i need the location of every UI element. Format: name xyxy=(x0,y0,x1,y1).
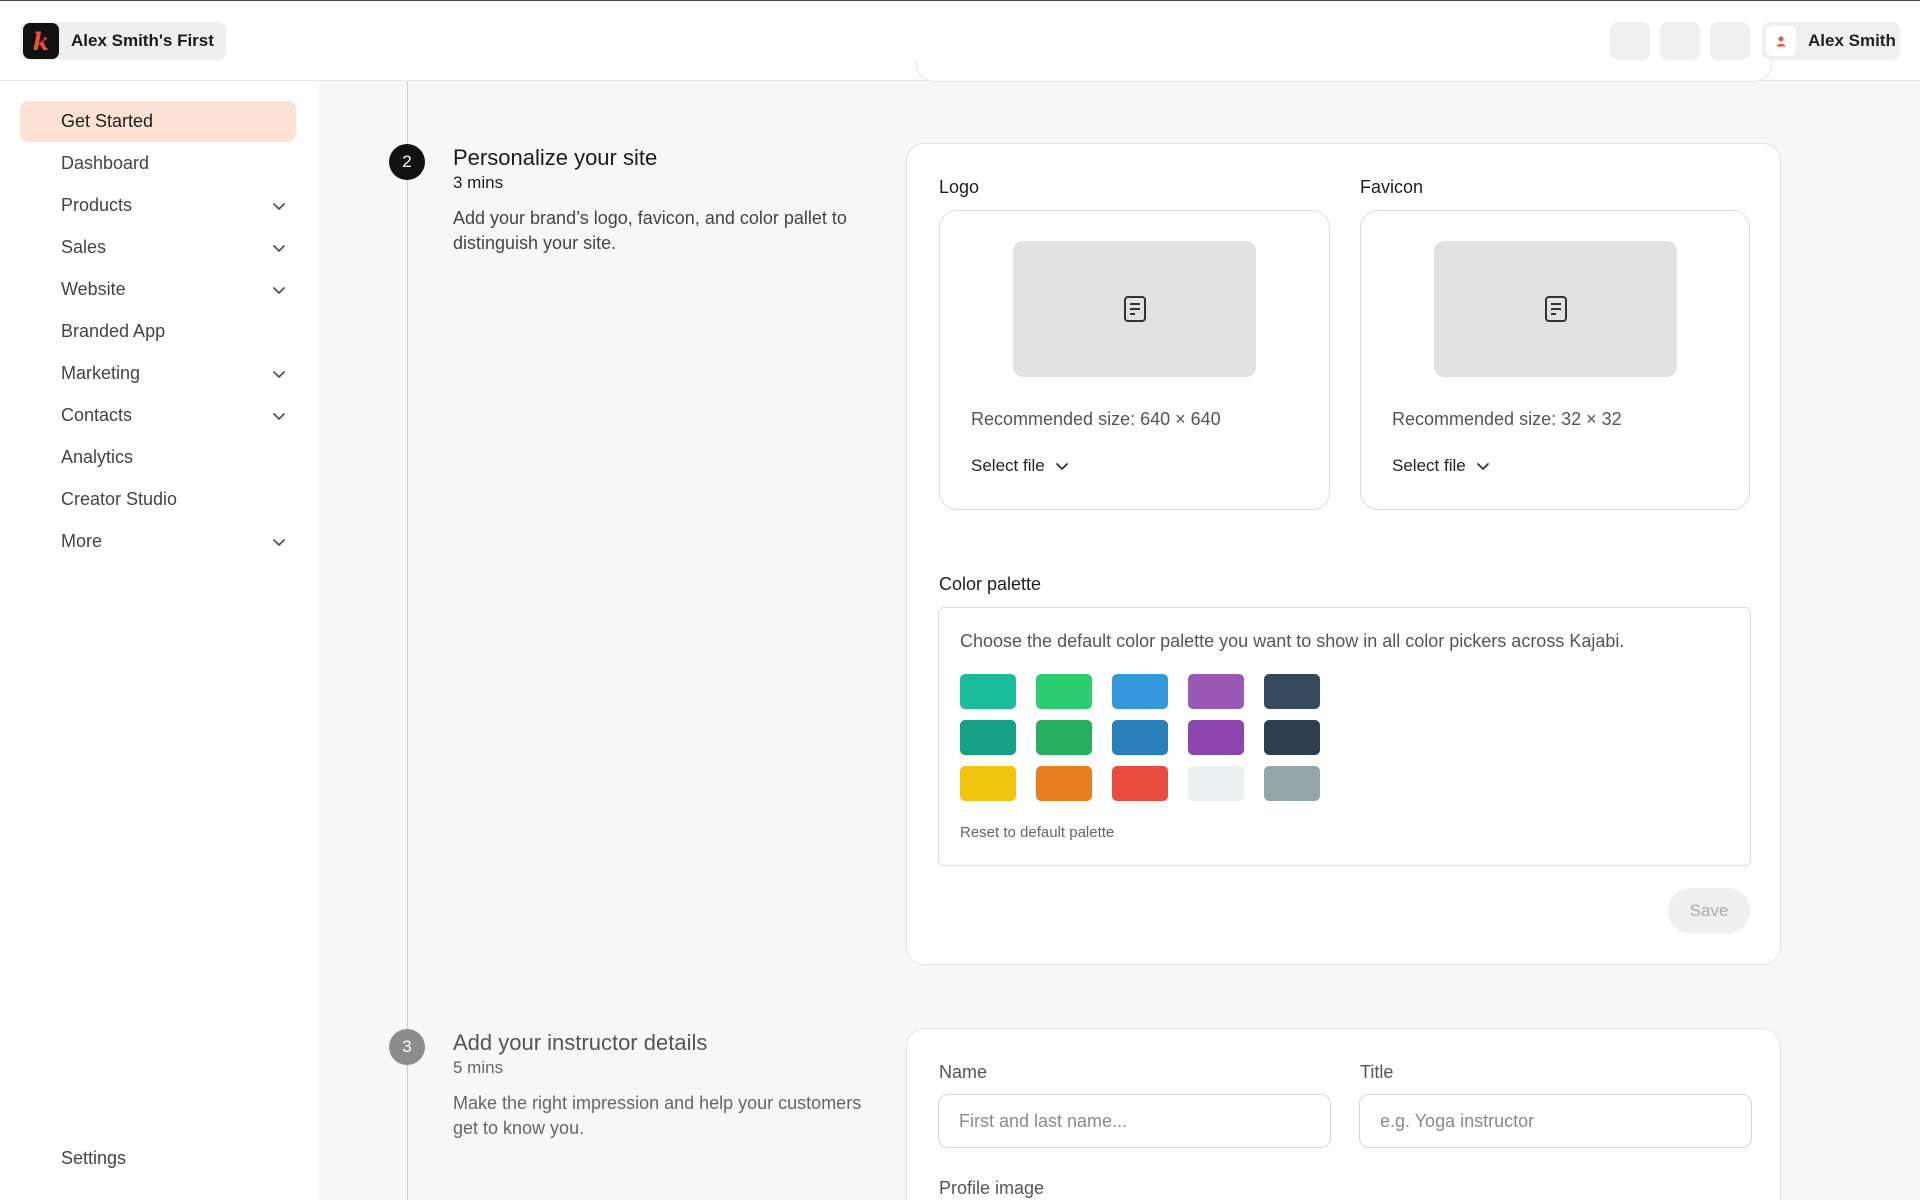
previous-step-card xyxy=(916,60,1772,82)
color-swatch[interactable] xyxy=(1112,674,1168,709)
color-swatch[interactable] xyxy=(1264,766,1320,801)
name-input[interactable] xyxy=(938,1094,1331,1148)
sidebar-item-website[interactable]: Website xyxy=(20,269,296,310)
step-title: Personalize your site xyxy=(453,145,658,170)
color-swatch[interactable] xyxy=(1112,720,1168,755)
color-swatch[interactable] xyxy=(960,766,1016,801)
sidebar-item-label: Contacts xyxy=(61,405,133,425)
chevron-down-icon xyxy=(273,539,285,546)
color-palette-label: Color palette xyxy=(939,574,1042,594)
logo-label: Logo xyxy=(939,177,980,197)
user-name: Alex Smith xyxy=(1808,31,1896,50)
sidebar-item-products[interactable]: Products xyxy=(20,185,296,226)
step-title: Add your instructor details xyxy=(453,1030,708,1055)
logo-select-file-button[interactable]: Select file xyxy=(971,456,1069,476)
site-switcher[interactable]: k Alex Smith's First xyxy=(20,22,226,60)
sidebar-item-label: Marketing xyxy=(61,363,141,383)
color-swatch[interactable] xyxy=(1264,720,1320,755)
sidebar-item-creator-studio[interactable]: Creator Studio xyxy=(20,479,296,520)
sidebar-item-sales[interactable]: Sales xyxy=(20,227,296,268)
color-swatch[interactable] xyxy=(960,720,1016,755)
color-swatch[interactable] xyxy=(1188,766,1244,801)
select-file-label: Select file xyxy=(971,456,1045,475)
sidebar-item-more[interactable]: More xyxy=(20,521,296,562)
help-button[interactable] xyxy=(1610,22,1650,60)
color-swatch[interactable] xyxy=(1036,674,1092,709)
color-swatch[interactable] xyxy=(960,674,1016,709)
sidebar-item-label: Sales xyxy=(61,237,107,257)
chevron-down-icon xyxy=(273,245,285,252)
favicon-preview[interactable] xyxy=(1434,241,1677,377)
logo-upload: Recommended size: 640 × 640 Select file xyxy=(939,210,1330,510)
reset-palette-link[interactable]: Reset to default palette xyxy=(960,824,1114,841)
color-swatch[interactable] xyxy=(1188,674,1244,709)
user-avatar-icon xyxy=(1766,26,1796,56)
sidebar-item-label: Analytics xyxy=(61,447,134,467)
color-swatch[interactable] xyxy=(1188,720,1244,755)
favicon-upload: Recommended size: 32 × 32 Select file xyxy=(1360,210,1750,510)
profile-image-label: Profile image xyxy=(939,1178,1045,1198)
document-icon xyxy=(1123,296,1146,322)
sidebar-item-branded-app[interactable]: Branded App xyxy=(20,311,296,352)
sidebar-item-get-started[interactable]: Get Started xyxy=(20,101,296,142)
chevron-down-icon xyxy=(273,413,285,420)
color-swatch[interactable] xyxy=(1036,720,1092,755)
step-description: Add your brand’s logo, favicon, and colo… xyxy=(453,208,847,253)
sidebar-item-label: Products xyxy=(61,195,133,215)
user-menu[interactable]: Alex Smith xyxy=(1762,22,1900,60)
title-input[interactable] xyxy=(1359,1094,1752,1148)
sidebar-item-label: More xyxy=(61,531,103,551)
sidebar-item-label: Website xyxy=(61,279,126,299)
color-swatch[interactable] xyxy=(1264,674,1320,709)
name-label: Name xyxy=(939,1062,988,1082)
select-file-label: Select file xyxy=(1392,456,1466,475)
site-name: Alex Smith's First xyxy=(71,31,214,50)
step-duration: 3 mins xyxy=(453,173,504,192)
color-swatch[interactable] xyxy=(1112,766,1168,801)
favicon-recommended-size: Recommended size: 32 × 32 xyxy=(1392,409,1622,429)
sidebar-item-marketing[interactable]: Marketing xyxy=(20,353,296,394)
document-icon xyxy=(1544,296,1567,322)
step-number-badge: 3 xyxy=(389,1029,425,1065)
notifications-button[interactable] xyxy=(1660,22,1700,60)
chevron-down-icon xyxy=(273,287,285,294)
sidebar-item-label: Dashboard xyxy=(61,153,150,173)
sidebar-item-label: Get Started xyxy=(61,111,154,131)
logo-recommended-size: Recommended size: 640 × 640 xyxy=(971,409,1221,429)
step-description: Make the right impression and help your … xyxy=(453,1093,862,1138)
search-button[interactable] xyxy=(1710,22,1750,60)
palette-description: Choose the default color palette you wan… xyxy=(960,631,1625,651)
instructor-card: Name Title Profile image xyxy=(906,1028,1781,1200)
color-swatch[interactable] xyxy=(1036,766,1092,801)
step-duration: 5 mins xyxy=(453,1058,504,1077)
chevron-down-icon xyxy=(1476,463,1489,471)
sidebar-item-dashboard[interactable]: Dashboard xyxy=(20,143,296,184)
chevron-down-icon xyxy=(1055,463,1068,471)
chevron-down-icon xyxy=(273,203,285,210)
sidebar-item-label: Creator Studio xyxy=(61,489,178,509)
chevron-down-icon xyxy=(273,371,285,378)
logo-preview[interactable] xyxy=(1013,241,1256,377)
color-palette-box: Choose the default color palette you wan… xyxy=(938,607,1751,866)
sidebar-item-label: Settings xyxy=(61,1148,127,1168)
step-number-badge: 2 xyxy=(389,144,425,180)
save-button[interactable]: Save xyxy=(1668,888,1750,934)
favicon-select-file-button[interactable]: Select file xyxy=(1392,456,1490,476)
sidebar-item-label: Branded App xyxy=(61,321,166,341)
kajabi-logo-icon: k xyxy=(23,23,59,59)
favicon-label: Favicon xyxy=(1360,177,1424,197)
sidebar-item-contacts[interactable]: Contacts xyxy=(20,395,296,436)
sidebar-item-analytics[interactable]: Analytics xyxy=(20,437,296,478)
sidebar: Get Started Dashboard Products Sales Web… xyxy=(0,81,319,1200)
title-label: Title xyxy=(1360,1062,1394,1082)
sidebar-item-settings[interactable]: Settings xyxy=(20,1138,296,1179)
